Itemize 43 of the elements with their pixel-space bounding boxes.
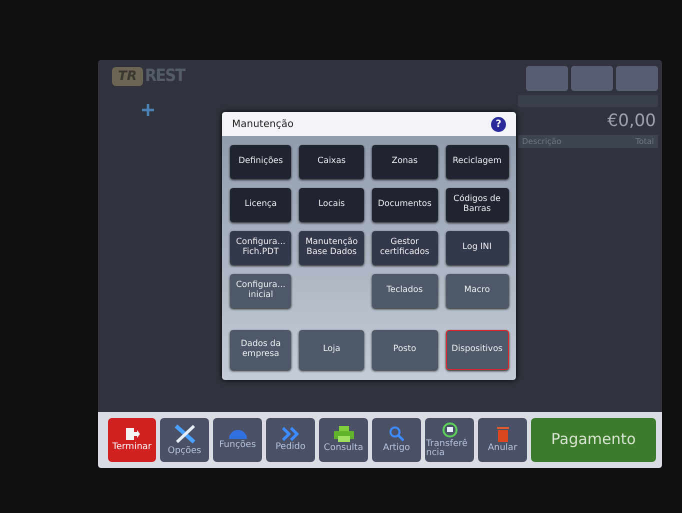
toolbar-button[interactable] <box>526 66 568 91</box>
menu-button[interactable]: Macro <box>446 274 509 308</box>
toolbar-button[interactable] <box>616 66 658 91</box>
menu-button[interactable]: Códigos de Barras <box>446 188 509 222</box>
plus-icon[interactable] <box>142 104 154 116</box>
menu-button[interactable]: Configura... Fich.PDT <box>230 231 292 265</box>
menu-button[interactable]: Dados da empresa <box>230 330 292 370</box>
menu-button[interactable]: Loja <box>299 330 364 370</box>
toolbar-button[interactable]: Transferência <box>425 418 474 462</box>
printer-icon <box>334 426 354 442</box>
menu-button[interactable]: Posto <box>372 330 438 370</box>
help-icon[interactable]: ? <box>491 116 506 132</box>
menu-button[interactable]: Gestor certificados <box>372 231 438 265</box>
menu-button[interactable]: Licença <box>230 188 292 222</box>
dialog-title: Manutenção <box>232 118 294 130</box>
menu-button[interactable]: Configura... inicial <box>230 274 292 308</box>
menu-button[interactable]: Log INI <box>446 231 509 265</box>
menu-button[interactable]: Dispositivos <box>446 330 509 370</box>
search-icon <box>388 426 404 442</box>
total-amount: €0,00 <box>607 111 657 131</box>
payment-button[interactable]: Pagamento <box>531 418 656 462</box>
menu-button[interactable]: Locais <box>299 188 364 222</box>
chevron-icon <box>282 427 300 442</box>
transfer-icon <box>442 422 458 438</box>
menu-button[interactable]: Caixas <box>299 145 364 179</box>
toolbar-button[interactable]: Opções <box>160 418 209 462</box>
dome-icon <box>228 429 248 440</box>
menu-button[interactable]: Teclados <box>372 274 438 308</box>
tools-icon <box>172 423 196 446</box>
menu-button[interactable]: Manutenção Base Dados <box>299 231 364 265</box>
trash-icon <box>496 426 508 442</box>
menu-button[interactable]: Reciclagem <box>446 145 509 179</box>
menu-button[interactable]: Zonas <box>372 145 438 179</box>
toolbar-button[interactable]: Terminar <box>108 418 156 462</box>
toolbar-button[interactable] <box>571 66 613 91</box>
toolbar-button[interactable]: Consulta <box>319 418 368 462</box>
toolbar-button[interactable]: Artigo <box>372 418 421 462</box>
toolbar-button[interactable]: Anular <box>478 418 527 462</box>
menu-button[interactable]: Documentos <box>372 188 438 222</box>
toolbar-button[interactable]: Funções <box>213 418 262 462</box>
toolbar-button[interactable]: Pedido <box>266 418 315 462</box>
door-icon <box>124 427 140 442</box>
menu-button[interactable]: Definições <box>230 145 292 179</box>
